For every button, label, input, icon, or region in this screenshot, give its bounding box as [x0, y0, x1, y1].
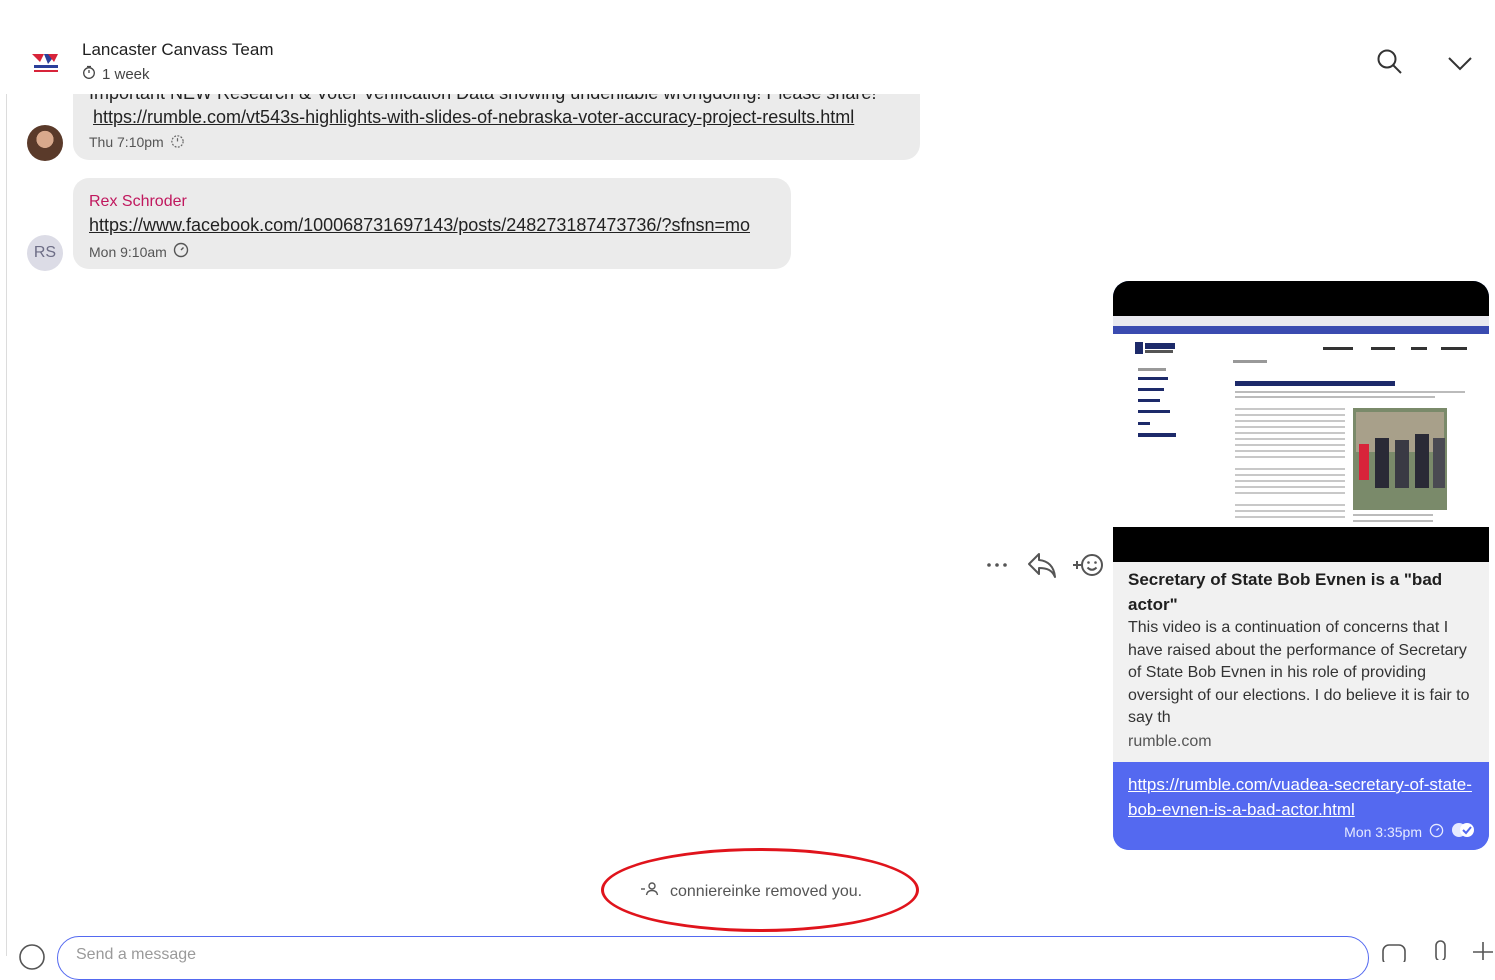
conversation-panel: Important NEW Research & Voter Verificat…	[0, 0, 1495, 956]
message-composer[interactable]	[57, 936, 1369, 980]
timer-icon	[170, 133, 185, 151]
mic-icon[interactable]	[1430, 940, 1452, 965]
message-meta: Mon 9:10am	[89, 242, 189, 261]
reply-icon[interactable]	[1026, 550, 1058, 585]
preview-description: This video is a continuation of concerns…	[1128, 619, 1470, 726]
message-input[interactable]	[74, 945, 1278, 965]
preview-screenshot	[1113, 316, 1489, 527]
plus-icon[interactable]	[1472, 940, 1494, 965]
timer-icon	[173, 242, 189, 261]
preview-domain: rumble.com	[1128, 733, 1212, 750]
more-icon[interactable]	[984, 556, 1010, 579]
preview-title: Secretary of State Bob Evnen is a "bad a…	[1128, 570, 1443, 614]
avatar[interactable]: RS	[27, 235, 63, 271]
search-icon[interactable]	[1376, 48, 1404, 81]
page-title[interactable]: Lancaster Canvass Team	[82, 40, 274, 60]
add-reaction-icon[interactable]	[1070, 550, 1104, 585]
emoji-icon[interactable]	[18, 942, 48, 977]
message-link[interactable]: https://rumble.com/vuadea-secretary-of-s…	[1128, 772, 1478, 822]
message-time: Mon 3:35pm	[1344, 823, 1422, 840]
sticker-icon[interactable]	[1381, 942, 1409, 967]
timer-icon	[1429, 823, 1444, 841]
message-meta: Thu 7:10pm	[89, 133, 185, 151]
message-time: Thu 7:10pm	[89, 134, 164, 150]
preview-image[interactable]	[1113, 281, 1489, 562]
timer-icon	[82, 65, 96, 83]
conversation-header	[0, 28, 1495, 94]
message-link[interactable]: https://www.facebook.com/100068731697143…	[89, 215, 750, 236]
read-check-icon	[1451, 822, 1475, 841]
annotation-highlight	[601, 848, 919, 932]
message-meta: Mon 3:35pm	[1344, 822, 1475, 841]
disappearing-timer: 1 week	[82, 65, 150, 83]
avatar[interactable]	[27, 125, 63, 161]
sender-name[interactable]: Rex Schroder	[89, 193, 187, 211]
chevron-down-icon[interactable]	[1446, 52, 1474, 79]
message-link[interactable]: https://rumble.com/vt543s-highlights-wit…	[93, 107, 854, 128]
outgoing-message-card[interactable]: Secretary of State Bob Evnen is a "bad a…	[1113, 281, 1489, 850]
message-time: Mon 9:10am	[89, 243, 167, 260]
timer-label: 1 week	[102, 65, 150, 83]
group-avatar[interactable]	[30, 50, 62, 76]
